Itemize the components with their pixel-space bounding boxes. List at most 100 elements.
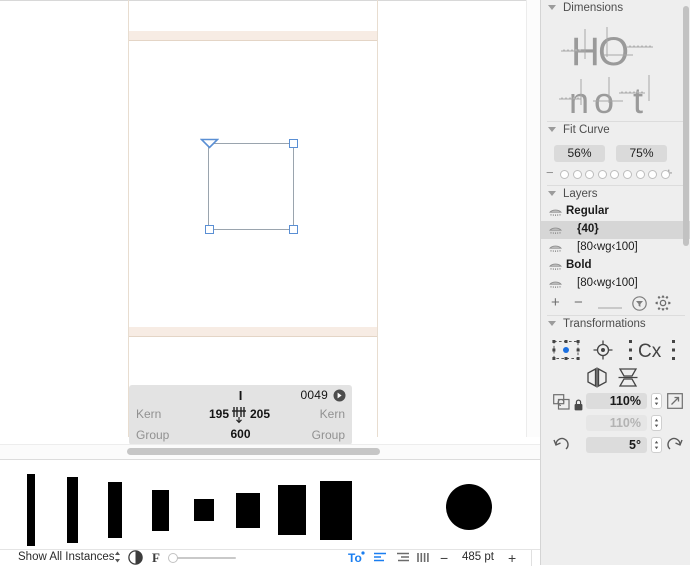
zoom-level-value[interactable]: 485 pt <box>462 551 494 563</box>
preview-size-slider-knob[interactable] <box>168 553 178 563</box>
gear-icon[interactable] <box>655 295 671 311</box>
eye-icon[interactable] <box>549 225 562 234</box>
eye-icon[interactable] <box>549 261 562 270</box>
chevron-down-icon[interactable] <box>548 5 556 10</box>
align-right-icon[interactable] <box>395 550 410 565</box>
scale-out-icon[interactable] <box>667 393 683 409</box>
hud-kern-value-right[interactable]: 205 <box>250 407 270 421</box>
fit-curve-dot-8[interactable] <box>648 170 658 179</box>
fit-curve-dot-1[interactable] <box>560 170 569 179</box>
svg-text:t: t <box>633 80 643 121</box>
instance-preview-glyph[interactable] <box>108 482 122 538</box>
eye-icon[interactable] <box>549 207 562 216</box>
eye-icon[interactable] <box>549 243 562 252</box>
layers-section-header[interactable]: Layers <box>541 186 690 203</box>
preview-size-slider-track[interactable] <box>173 557 236 559</box>
align-left-icon[interactable] <box>373 550 388 565</box>
instance-preview-glyph[interactable] <box>67 477 78 543</box>
To-kerning-icon[interactable]: To <box>348 550 366 565</box>
instance-preview-glyph[interactable] <box>236 493 260 528</box>
fit-curve-dot-3[interactable] <box>585 170 595 179</box>
flip-horizontal-icon[interactable] <box>586 367 608 388</box>
instance-preview-glyph[interactable] <box>27 474 35 546</box>
fit-curve-dot-7[interactable] <box>635 170 645 179</box>
chevron-down-icon[interactable] <box>548 127 556 132</box>
scale-icon[interactable] <box>553 394 570 410</box>
glyph-outline-path[interactable] <box>200 138 298 234</box>
layer-name: [80‹wg‹100] <box>577 277 638 289</box>
zoom-out-button[interactable]: − <box>440 550 448 566</box>
instance-preview-glyph[interactable] <box>278 485 306 535</box>
hud-kern-label-left: Kern <box>136 407 162 421</box>
rotation-stepper[interactable] <box>651 437 662 453</box>
instance-preview-glyph[interactable] <box>152 490 169 531</box>
chevron-down-icon[interactable] <box>548 321 556 326</box>
arrow-right-circle-icon[interactable] <box>333 389 346 402</box>
fit-curve-section-header[interactable]: Fit Curve <box>541 122 690 139</box>
path-node-bottom-left[interactable] <box>205 225 214 234</box>
canvas-vertical-scrollbar-track[interactable] <box>526 0 540 437</box>
crosshair-target-icon[interactable] <box>591 339 615 361</box>
transformations-section-header[interactable]: Transformations <box>541 316 690 333</box>
rotate-cw-icon[interactable] <box>667 437 683 452</box>
fit-curve-dot-4[interactable] <box>597 170 607 179</box>
rotation-field[interactable]: 5° <box>586 437 647 453</box>
path-rectangle[interactable] <box>208 143 294 230</box>
scale-y-field[interactable]: 110% <box>586 415 647 431</box>
instance-preview-glyph-o[interactable] <box>446 484 492 530</box>
columns-icon[interactable] <box>416 550 430 565</box>
filter-funnel-icon[interactable] <box>632 296 647 311</box>
contrast-icon[interactable] <box>128 550 143 565</box>
chevron-down-icon[interactable] <box>548 191 556 196</box>
transform-metrics-cx-icon[interactable]: Cx <box>628 339 678 361</box>
layer-row[interactable]: [80‹wg‹100] <box>541 239 690 257</box>
eye-icon[interactable] <box>549 279 562 288</box>
path-node-bottom-right[interactable] <box>289 225 298 234</box>
layers-list[interactable]: Regular {40} [80‹wg‹100] Bold [80‹wg‹100] <box>541 203 690 293</box>
path-node-top-right[interactable] <box>289 139 298 148</box>
zoom-in-button[interactable]: + <box>508 550 516 566</box>
dimensions-preview[interactable]: H O n o t <box>541 17 690 121</box>
instance-preview-glyph[interactable] <box>320 481 352 540</box>
fit-curve-decrease-button[interactable]: − <box>546 165 554 180</box>
canvas-horizontal-scrollbar[interactable] <box>127 448 380 455</box>
fit-curve-dot-5[interactable] <box>610 170 620 179</box>
fit-curve-dot-9[interactable] <box>660 170 670 179</box>
add-layer-button[interactable]: + <box>551 294 560 311</box>
layer-row[interactable]: [80‹wg‹100] <box>541 275 690 293</box>
rotate-ccw-icon[interactable] <box>553 437 569 452</box>
glyphs-editor-window: I 0049 Kern 195 205 Kern Group 600 Group… <box>0 0 690 566</box>
scale-x-stepper[interactable] <box>651 393 662 409</box>
origin-grid-icon[interactable] <box>551 339 581 361</box>
inspector-sidebar: Dimensions H O n o t Fit Curve 56% 75% −… <box>540 0 690 565</box>
instances-preview-strip[interactable] <box>0 459 540 550</box>
dimensions-section-header[interactable]: Dimensions <box>541 0 690 17</box>
hud-group-row: Group 600 Group <box>129 426 352 445</box>
scale-x-field[interactable]: 110% <box>586 393 647 409</box>
fit-curve-dot-6[interactable] <box>623 170 632 179</box>
hud-kern-value-left[interactable]: 195 <box>209 407 229 421</box>
glyph-info-hud[interactable]: I 0049 Kern 195 205 Kern Group 600 Group <box>129 385 352 445</box>
lock-closed-icon[interactable] <box>574 399 583 411</box>
path-node-top-left-selected[interactable] <box>200 138 219 149</box>
fit-curve-75-button[interactable]: 75% <box>616 145 667 162</box>
hud-kern-row: Kern 195 205 Kern <box>129 405 352 426</box>
layer-row[interactable]: Regular <box>541 203 690 221</box>
scale-y-stepper[interactable] <box>651 415 662 431</box>
hud-group-label-right: Group <box>311 428 345 442</box>
fit-curve-dot-2[interactable] <box>572 170 582 179</box>
updown-stepper-icon[interactable] <box>113 550 122 564</box>
svg-text:n: n <box>569 80 589 121</box>
flip-vertical-icon[interactable] <box>617 367 639 388</box>
remove-layer-button[interactable]: − <box>574 294 583 311</box>
show-all-instances-label[interactable]: Show All Instances <box>18 551 115 563</box>
instance-preview-glyph[interactable] <box>194 499 214 521</box>
font-f-icon[interactable]: F <box>152 550 160 566</box>
canvas-horizontal-scrollbar-track[interactable] <box>0 444 540 459</box>
layer-row[interactable]: {40} <box>541 221 690 239</box>
layer-row[interactable]: Bold <box>541 257 690 275</box>
sidebar-vertical-scrollbar[interactable] <box>683 6 689 246</box>
editor-bottom-bar: Show All Instances F To − 485 pt + <box>0 549 540 566</box>
glyph-edit-canvas[interactable]: I 0049 Kern 195 205 Kern Group 600 Group <box>0 0 540 460</box>
fit-curve-56-button[interactable]: 56% <box>554 145 605 162</box>
